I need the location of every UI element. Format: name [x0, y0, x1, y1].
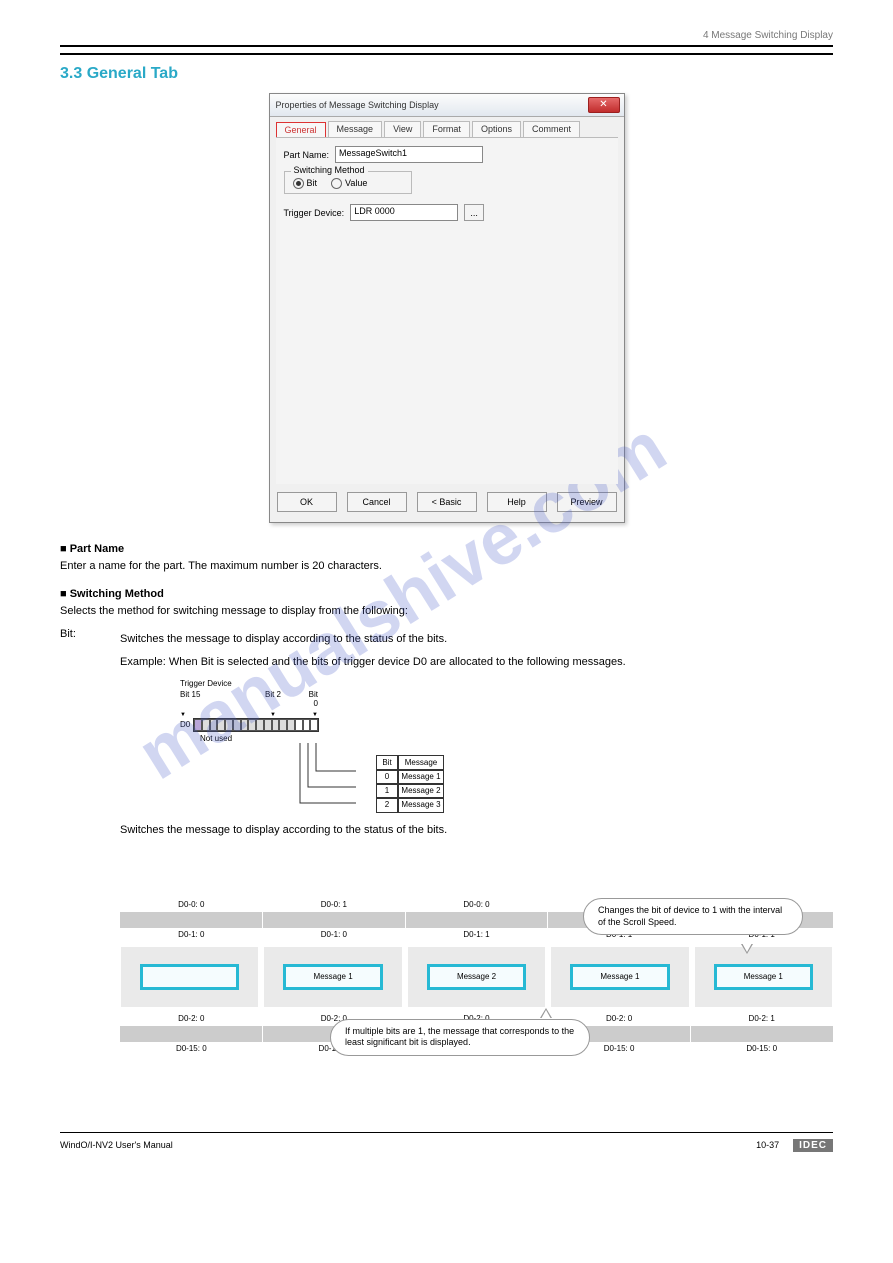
arrow-down-icon — [304, 708, 318, 718]
strip-label: D0-1: 0 — [120, 928, 263, 942]
bit-word — [193, 718, 319, 732]
frames-row: Message 1 Message 2 Message 1 Message 1 — [120, 946, 833, 1008]
callout-pointer-icon — [741, 944, 753, 954]
footer-ref: WindO/I-NV2 User's Manual — [60, 1140, 173, 1150]
bit-diagram: Trigger Device Bit 15 Bit 2 Bit 0 D0 — [180, 679, 833, 813]
tab-options[interactable]: Options — [472, 121, 521, 137]
radio-icon — [293, 178, 304, 189]
trigger-device-label: Trigger Device: — [284, 208, 345, 218]
page-header: 4 Message Switching Display — [60, 30, 833, 41]
def-switch-text: Selects the method for switching message… — [60, 604, 833, 619]
dialog-footer: OK Cancel < Basic Help Preview — [270, 484, 624, 522]
tab-comment[interactable]: Comment — [523, 121, 580, 137]
strip-label: D0-2: 1 — [690, 1012, 833, 1026]
message-display: Message 1 — [283, 964, 382, 990]
dialog-titlebar: Properties of Message Switching Display … — [270, 94, 624, 117]
callout-top: Changes the bit of device to 1 with the … — [583, 898, 803, 935]
filmstrip-example: Changes the bit of device to 1 with the … — [120, 898, 833, 1056]
ok-button[interactable]: OK — [277, 492, 337, 512]
strip-label: D0-15: 0 — [690, 1042, 833, 1056]
msg-3-cell: Message 3 — [398, 797, 444, 813]
switching-method-group: Switching Method Bit Value — [284, 171, 412, 194]
radio-value[interactable]: Value — [331, 178, 367, 189]
tab-view[interactable]: View — [384, 121, 421, 137]
bit-label: Bit: — [60, 628, 90, 1116]
header-right: 4 Message Switching Display — [703, 30, 833, 41]
trigger-device-header: Trigger Device — [180, 679, 833, 688]
rule — [60, 53, 833, 55]
close-icon: ✕ — [599, 100, 607, 110]
section-heading: 3.3 General Tab — [60, 65, 833, 83]
def-partname-heading: ■ Part Name — [60, 543, 833, 555]
part-name-input[interactable]: MessageSwitch1 — [335, 146, 483, 163]
cancel-button[interactable]: Cancel — [347, 492, 407, 512]
strip-label: D0-0: 1 — [263, 898, 406, 912]
message-display: Message 1 — [570, 964, 669, 990]
properties-dialog: Properties of Message Switching Display … — [269, 93, 625, 523]
basic-button[interactable]: < Basic — [417, 492, 477, 512]
strip-label: D0-1: 1 — [405, 928, 548, 942]
strip-label: D0-0: 0 — [120, 898, 263, 912]
strip-label: D0-1: 0 — [263, 928, 406, 942]
callout-bottom: If multiple bits are 1, the message that… — [330, 1019, 590, 1056]
idec-logo: IDEC — [793, 1139, 833, 1152]
callout-pointer-icon — [540, 1008, 552, 1018]
dialog-title: Properties of Message Switching Display — [276, 100, 439, 110]
rule — [60, 45, 833, 47]
part-name-label: Part Name: — [284, 150, 330, 160]
page-footer: WindO/I-NV2 User's Manual 10-37 IDEC — [60, 1132, 833, 1152]
close-button[interactable]: ✕ — [588, 97, 620, 113]
frame: Message 1 — [550, 946, 689, 1008]
dialog-body: Part Name: MessageSwitch1 Switching Meth… — [276, 137, 618, 484]
strip-label: D0-15: 0 — [120, 1042, 263, 1056]
preview-button[interactable]: Preview — [557, 492, 617, 512]
tab-strip: General Message View Format Options Comm… — [270, 117, 624, 137]
bit0-label: Bit 0 — [304, 690, 318, 708]
group-title: Switching Method — [291, 165, 368, 175]
browse-button[interactable]: ... — [464, 204, 484, 221]
radio-value-label: Value — [345, 178, 367, 188]
message-display: Message 1 — [714, 964, 813, 990]
bit15-label: Bit 15 — [180, 690, 242, 708]
bit-desc-1: Switches the message to display accordin… — [120, 632, 833, 647]
footer-page: 10-37 — [756, 1140, 779, 1150]
message-display — [140, 964, 239, 990]
trigger-device-input[interactable]: LDR 0000 — [350, 204, 458, 221]
bit2-label: Bit 2 — [242, 690, 304, 708]
tab-message[interactable]: Message — [328, 121, 383, 137]
arrow-down-icon — [180, 708, 242, 718]
bit-example-intro: Example: When Bit is selected and the bi… — [120, 655, 833, 670]
switches-desc: Switches the message to display accordin… — [120, 823, 833, 838]
def-switch-heading: ■ Switching Method — [60, 588, 833, 600]
help-button[interactable]: Help — [487, 492, 547, 512]
radio-bit-label: Bit — [307, 178, 318, 188]
frame: Message 2 — [407, 946, 546, 1008]
radio-icon — [331, 178, 342, 189]
frame — [120, 946, 259, 1008]
bit-2-cell: 2 — [376, 797, 398, 813]
tab-general[interactable]: General — [276, 122, 326, 138]
strip-label: D0-0: 0 — [405, 898, 548, 912]
frame: Message 1 — [694, 946, 833, 1008]
not-used-label: Not used — [200, 734, 232, 743]
def-partname-text: Enter a name for the part. The maximum n… — [60, 559, 833, 574]
frame: Message 1 — [263, 946, 402, 1008]
radio-bit[interactable]: Bit — [293, 178, 318, 189]
connector-lines — [296, 743, 376, 813]
arrow-down-icon — [242, 708, 304, 718]
d0-label: D0 — [180, 720, 190, 729]
tab-format[interactable]: Format — [423, 121, 470, 137]
strip-label: D0-2: 0 — [120, 1012, 263, 1026]
message-display: Message 2 — [427, 964, 526, 990]
